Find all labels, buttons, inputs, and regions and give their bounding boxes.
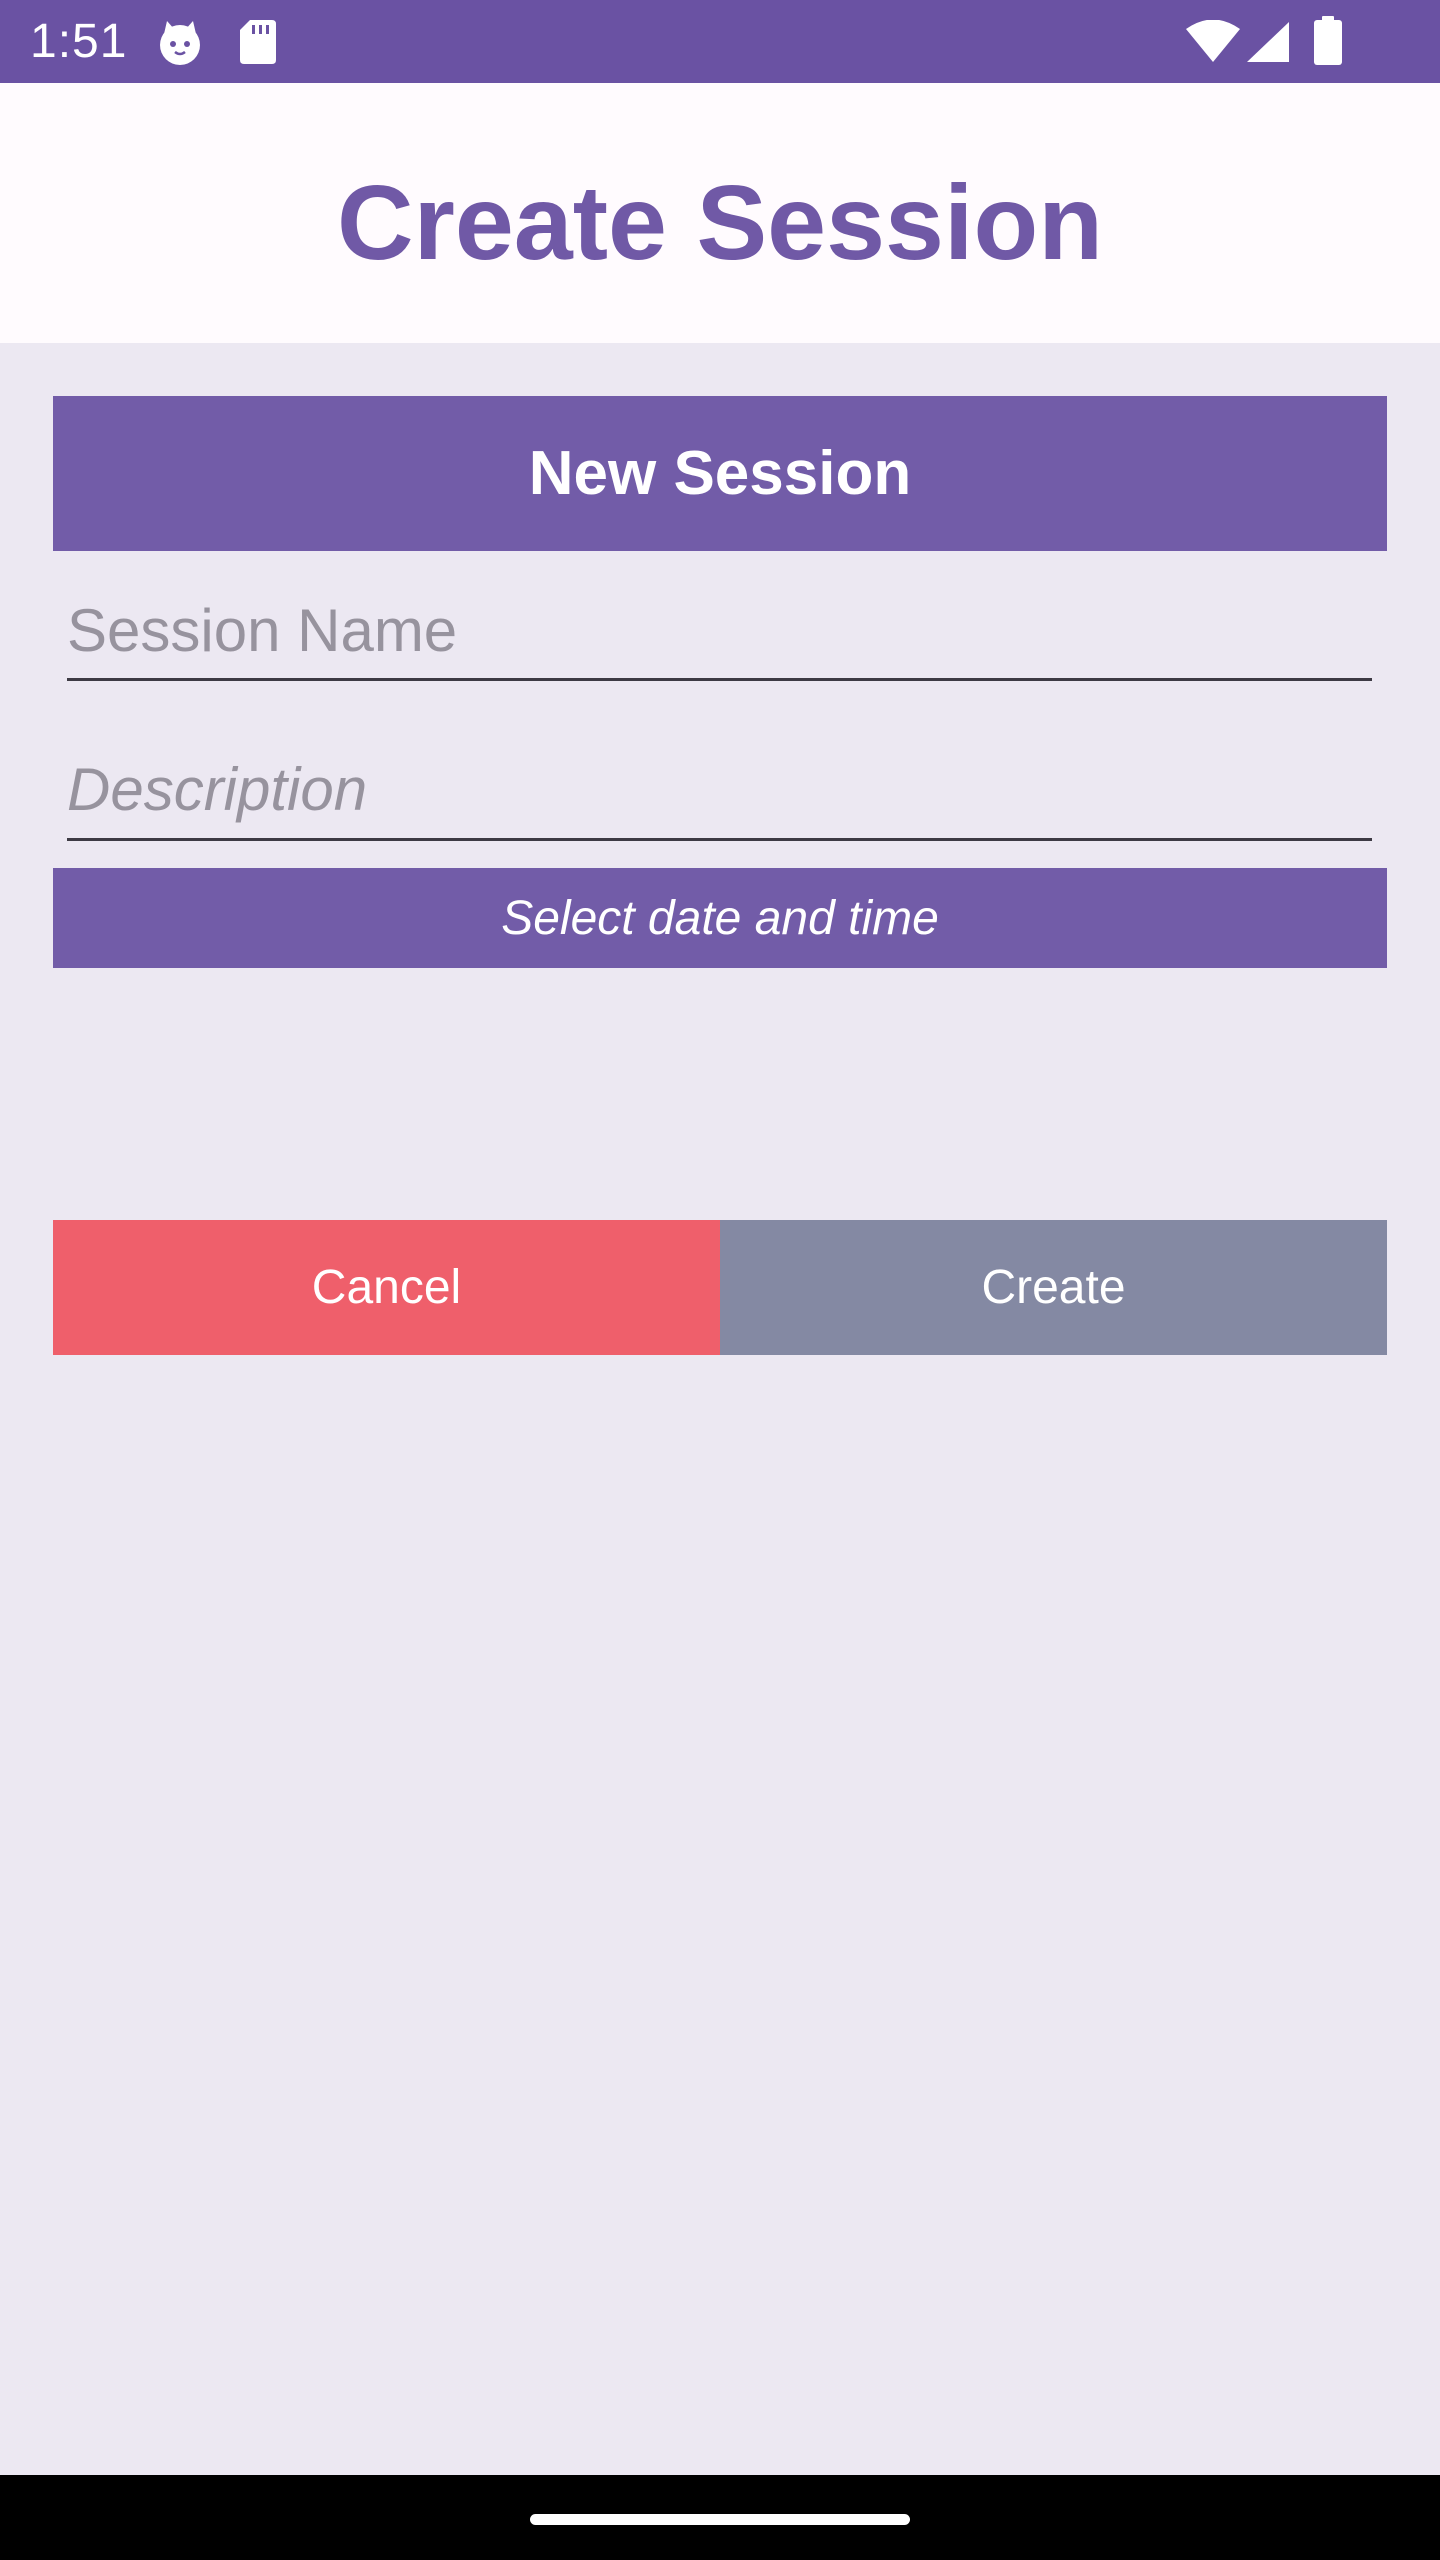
app-header: Create Session [0,83,1440,343]
navigation-bar [0,2475,1440,2560]
create-button[interactable]: Create [720,1220,1387,1355]
select-datetime-button[interactable]: Select date and time [53,868,1387,968]
section-header: New Session [53,396,1387,551]
sd-card-icon [238,18,278,71]
description-field[interactable] [67,743,1372,841]
description-input[interactable] [67,743,1372,835]
cancel-button[interactable]: Cancel [53,1220,720,1355]
action-buttons: Cancel Create [53,1220,1387,1355]
session-name-input[interactable] [67,585,1372,675]
session-name-field[interactable] [67,585,1372,681]
status-bar: 1:51 [0,0,1440,83]
status-time: 1:51 [30,15,128,68]
home-gesture-handle[interactable] [530,2514,910,2525]
page-title: Create Session [337,164,1103,282]
wifi-icon [1185,19,1241,69]
cat-notification-icon [155,18,205,73]
battery-icon [1313,16,1343,71]
cellular-signal-icon [1245,20,1291,69]
